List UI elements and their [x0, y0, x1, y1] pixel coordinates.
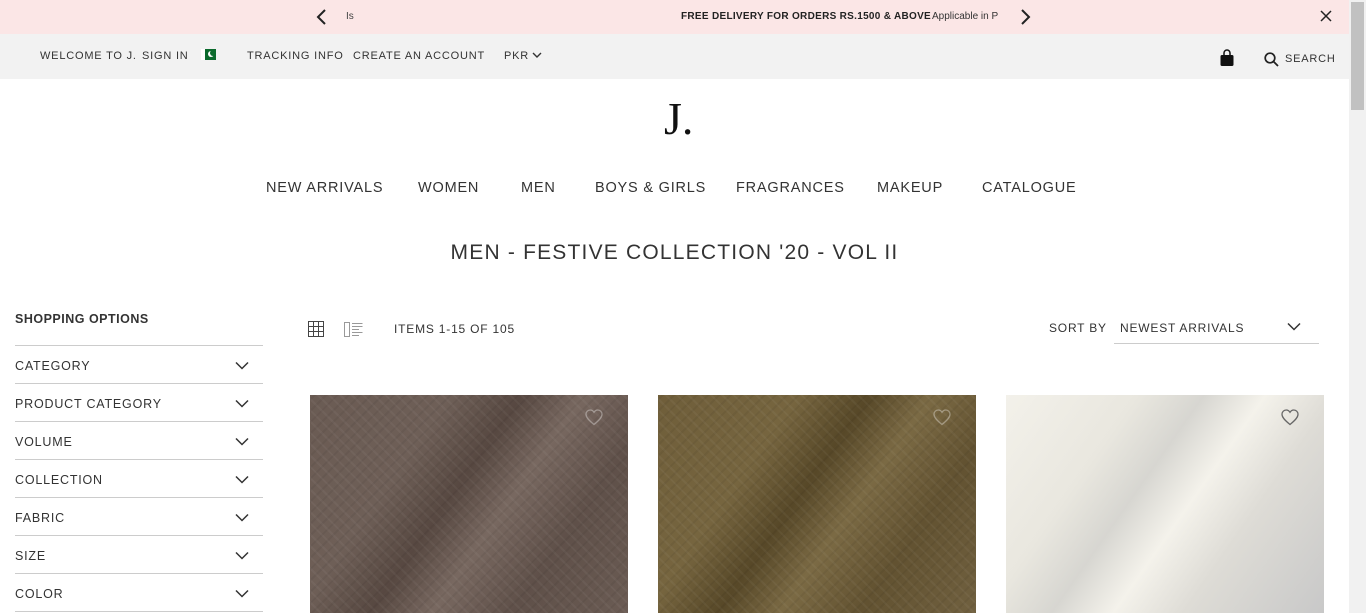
chevron-down-icon [235, 475, 249, 484]
wishlist-heart-icon[interactable] [933, 409, 951, 426]
promo-previous-message: Is [346, 11, 354, 22]
promo-subtext: Applicable in P [932, 11, 999, 22]
currency-selector[interactable]: PKR [504, 50, 542, 62]
nav-makeup[interactable]: MAKEUP [877, 180, 943, 196]
product-image[interactable] [310, 395, 628, 613]
filter-category[interactable]: CATEGORY [15, 345, 263, 383]
nav-women[interactable]: WOMEN [418, 180, 479, 196]
product-image[interactable] [658, 395, 976, 613]
page: Is FREE DELIVERY FOR ORDERS RS.1500 & AB… [0, 0, 1366, 613]
chevron-down-icon [532, 52, 542, 58]
page-title: MEN - FESTIVE COLLECTION '20 - VOL II [450, 241, 899, 264]
promo-bar: Is FREE DELIVERY FOR ORDERS RS.1500 & AB… [0, 0, 1349, 34]
sort-value: NEWEST ARRIVALS [1120, 321, 1245, 335]
scrollbar[interactable] [1349, 0, 1366, 613]
chevron-left-icon[interactable] [314, 8, 330, 26]
filter-volume[interactable]: VOLUME [15, 421, 263, 459]
sign-in-link[interactable]: SIGN IN [142, 50, 189, 62]
filter-label: COLLECTION [15, 473, 103, 487]
promo-message: FREE DELIVERY FOR ORDERS RS.1500 & ABOVE [681, 11, 932, 22]
chevron-down-icon [235, 361, 249, 370]
product-card[interactable] [310, 395, 628, 613]
product-image[interactable] [1006, 395, 1324, 613]
utility-bar: WELCOME TO J. SIGN IN TRACKING INFO CREA… [0, 34, 1349, 79]
scrollbar-thumb[interactable] [1351, 2, 1364, 110]
items-count: ITEMS 1-15 OF 105 [394, 322, 515, 336]
brand-logo[interactable]: J. [664, 96, 693, 142]
chevron-right-icon[interactable] [1017, 8, 1033, 26]
filter-size[interactable]: SIZE [15, 535, 263, 573]
chevron-down-icon [1287, 322, 1301, 331]
close-icon[interactable] [1318, 8, 1334, 24]
tracking-info-link[interactable]: TRACKING INFO [247, 50, 344, 62]
sort-label: SORT BY [1049, 321, 1107, 335]
chevron-down-icon [235, 551, 249, 560]
product-card[interactable] [658, 395, 976, 613]
nav-boys-girls[interactable]: BOYS & GIRLS [595, 180, 706, 196]
wishlist-heart-icon[interactable] [1281, 409, 1299, 426]
nav-new-arrivals[interactable]: NEW ARRIVALS [266, 180, 383, 196]
grid-view-icon[interactable] [308, 321, 324, 337]
filter-product-category[interactable]: PRODUCT CATEGORY [15, 383, 263, 421]
chevron-down-icon [235, 399, 249, 408]
welcome-text: WELCOME TO J. [40, 50, 137, 62]
chevron-down-icon [235, 437, 249, 446]
currency-label: PKR [504, 50, 530, 62]
nav-men[interactable]: MEN [521, 180, 556, 196]
shopping-options-title: SHOPPING OPTIONS [15, 312, 149, 326]
search-label[interactable]: SEARCH [1285, 53, 1336, 65]
filter-label: FABRIC [15, 511, 65, 525]
sort-select[interactable]: NEWEST ARRIVALS [1114, 312, 1319, 344]
nav-fragrances[interactable]: FRAGRANCES [736, 180, 845, 196]
product-card[interactable] [1006, 395, 1324, 613]
list-view-icon[interactable] [344, 322, 363, 337]
create-account-link[interactable]: CREATE AN ACCOUNT [353, 50, 485, 62]
filter-divider [15, 611, 263, 612]
filter-label: PRODUCT CATEGORY [15, 397, 162, 411]
chevron-down-icon [235, 513, 249, 522]
chevron-down-icon [235, 589, 249, 598]
filter-fabric[interactable]: FABRIC [15, 497, 263, 535]
nav-catalogue[interactable]: CATALOGUE [982, 180, 1076, 196]
filter-collection[interactable]: COLLECTION [15, 459, 263, 497]
pakistan-flag-icon[interactable] [201, 49, 216, 60]
filter-label: COLOR [15, 587, 64, 601]
search-icon[interactable] [1264, 52, 1279, 67]
filter-label: SIZE [15, 549, 46, 563]
filter-color[interactable]: COLOR [15, 573, 263, 611]
shopping-bag-icon[interactable] [1219, 49, 1235, 67]
filter-label: VOLUME [15, 435, 73, 449]
filter-label: CATEGORY [15, 359, 91, 373]
wishlist-heart-icon[interactable] [585, 409, 603, 426]
